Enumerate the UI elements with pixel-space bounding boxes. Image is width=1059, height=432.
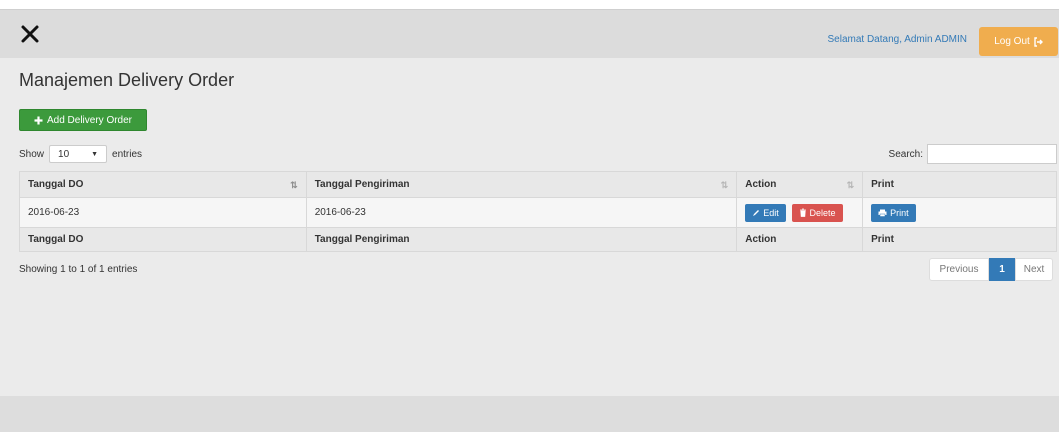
table-header-row: Tanggal DO ⇅ Tanggal Pengiriman ⇅ Action… bbox=[19, 171, 1057, 198]
top-strip bbox=[0, 0, 1059, 9]
sort-icon: ⇅ bbox=[720, 180, 729, 190]
delete-label: Delete bbox=[809, 207, 836, 218]
search-input[interactable] bbox=[927, 144, 1057, 164]
delivery-order-table: Tanggal DO ⇅ Tanggal Pengiriman ⇅ Action… bbox=[19, 171, 1057, 252]
cell-print: Print bbox=[862, 197, 1057, 228]
page-title: Manajemen Delivery Order bbox=[19, 70, 235, 90]
sign-out-icon bbox=[1033, 36, 1043, 47]
pagination-previous[interactable]: Previous bbox=[929, 258, 989, 281]
search-control: Search: bbox=[889, 144, 1057, 164]
caret-down-icon: ▼ bbox=[91, 150, 99, 158]
entries-select[interactable]: 10 ▼ bbox=[49, 145, 108, 163]
logout-label: Log Out bbox=[994, 36, 1030, 47]
table-footer-row: Tanggal DO Tanggal Pengiriman Action Pri… bbox=[19, 227, 1057, 252]
search-label: Search: bbox=[888, 148, 923, 160]
footer-tanggal-pengiriman: Tanggal Pengiriman bbox=[305, 227, 738, 252]
column-header-action[interactable]: Action ⇅ bbox=[736, 171, 864, 198]
trash-icon bbox=[799, 208, 807, 217]
entries-selected-value: 10 bbox=[58, 148, 70, 160]
entries-length-control: Show 10 ▼ entries bbox=[19, 145, 142, 163]
cell-tanggal-do: 2016-06-23 bbox=[19, 197, 307, 228]
print-label: Print bbox=[890, 207, 909, 218]
column-header-print: Print bbox=[862, 171, 1057, 198]
add-delivery-order-label: Add Delivery Order bbox=[46, 114, 133, 126]
pencil-icon bbox=[752, 209, 760, 217]
edit-button[interactable]: Edit bbox=[745, 203, 786, 222]
pagination: Previous 1 Next bbox=[929, 258, 1053, 281]
pagination-page-1[interactable]: 1 bbox=[989, 258, 1015, 281]
pagination-next[interactable]: Next bbox=[1015, 258, 1053, 281]
footer-print: Print bbox=[862, 227, 1057, 252]
table-row: 2016-06-23 2016-06-23 Edit Delete Print bbox=[19, 197, 1057, 228]
show-label: Show bbox=[19, 148, 45, 160]
footer-action: Action bbox=[736, 227, 864, 252]
plus-icon bbox=[34, 116, 43, 125]
logout-button[interactable]: Log Out bbox=[979, 27, 1058, 56]
page-footer bbox=[0, 396, 1059, 432]
add-delivery-order-button[interactable]: Add Delivery Order bbox=[19, 109, 147, 131]
column-header-tanggal-pengiriman[interactable]: Tanggal Pengiriman ⇅ bbox=[305, 171, 738, 198]
welcome-text: Selamat Datang, Admin ADMIN bbox=[827, 34, 967, 45]
printer-icon bbox=[878, 209, 887, 217]
delete-button[interactable]: Delete bbox=[791, 203, 843, 222]
sort-icon: ⇅ bbox=[846, 180, 855, 190]
entries-label: entries bbox=[112, 148, 143, 160]
cell-tanggal-pengiriman: 2016-06-23 bbox=[305, 197, 738, 228]
edit-label: Edit bbox=[763, 207, 779, 218]
navbar: Selamat Datang, Admin ADMIN Log Out bbox=[0, 9, 1059, 58]
sort-asc-icon: ⇅ bbox=[290, 180, 298, 190]
footer-tanggal-do: Tanggal DO bbox=[19, 227, 307, 252]
close-icon[interactable] bbox=[19, 23, 41, 45]
column-header-tanggal-do[interactable]: Tanggal DO ⇅ bbox=[19, 171, 307, 198]
cell-action: Edit Delete bbox=[736, 197, 864, 228]
print-button[interactable]: Print bbox=[871, 203, 916, 222]
table-info: Showing 1 to 1 of 1 entries bbox=[19, 264, 138, 275]
